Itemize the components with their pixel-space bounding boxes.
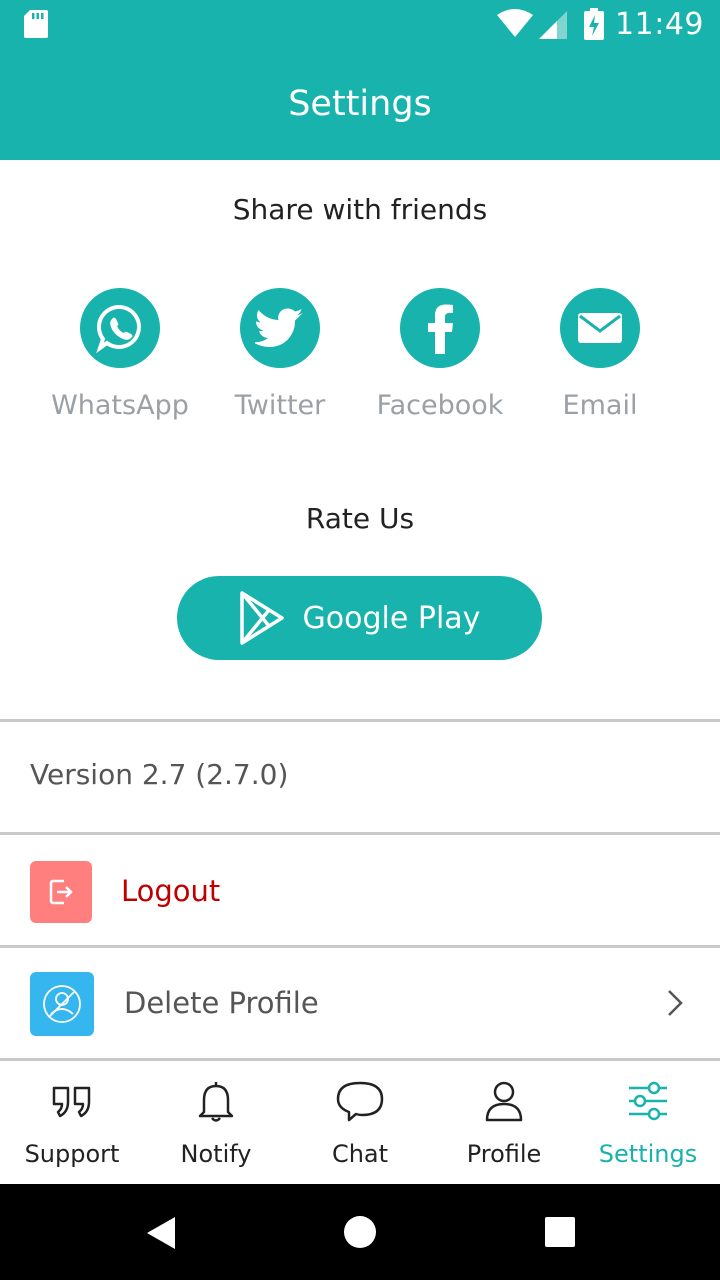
nav-settings-label: Settings (598, 1140, 698, 1168)
chat-bubble-icon (336, 1081, 384, 1122)
logout-row[interactable]: Logout (0, 836, 720, 946)
nav-support-label: Support (24, 1140, 120, 1168)
share-email-label: Email (562, 390, 638, 421)
divider (0, 1058, 720, 1061)
google-play-icon (239, 591, 284, 645)
system-navigation-bar (0, 1184, 720, 1280)
share-whatsapp-label: WhatsApp (51, 390, 189, 421)
google-play-label: Google Play (302, 600, 481, 636)
share-options: WhatsApp Twitter Facebook Email (0, 288, 720, 438)
sd-card-icon (24, 10, 48, 38)
version-text: Version 2.7 (2.7.0) (30, 758, 289, 791)
twitter-icon (240, 288, 320, 368)
logout-icon (30, 861, 92, 923)
nav-notify[interactable]: Notify (144, 1062, 288, 1184)
bell-icon (198, 1082, 234, 1122)
nav-profile-label: Profile (466, 1140, 542, 1168)
google-play-button[interactable]: Google Play (177, 576, 542, 660)
email-icon (560, 288, 640, 368)
nav-profile[interactable]: Profile (432, 1062, 576, 1184)
nav-chat-label: Chat (331, 1140, 389, 1168)
divider (0, 832, 720, 835)
status-bar: 11:49 (0, 0, 720, 48)
quote-icon (52, 1086, 91, 1118)
nav-chat[interactable]: Chat (288, 1062, 432, 1184)
whatsapp-icon (80, 288, 160, 368)
share-facebook-label: Facebook (376, 390, 504, 421)
home-icon[interactable] (343, 1215, 377, 1249)
share-section-title: Share with friends (232, 193, 488, 226)
delete-profile-label: Delete Profile (124, 986, 319, 1020)
nav-settings[interactable]: Settings (576, 1062, 720, 1184)
facebook-icon (400, 288, 480, 368)
share-twitter-button[interactable]: Twitter (200, 288, 360, 421)
clock: 11:49 (615, 6, 704, 42)
sliders-icon (629, 1081, 667, 1121)
chevron-right-icon (668, 990, 683, 1016)
nav-support[interactable]: Support (0, 1062, 144, 1184)
share-whatsapp-button[interactable]: WhatsApp (40, 288, 200, 421)
share-email-button[interactable]: Email (520, 288, 680, 421)
cell-signal-icon (539, 11, 568, 39)
person-icon (485, 1081, 523, 1122)
delete-profile-row[interactable]: Delete Profile (0, 948, 720, 1058)
wifi-icon (497, 9, 534, 37)
battery-charging-icon (584, 8, 605, 40)
share-twitter-label: Twitter (234, 390, 326, 421)
back-icon[interactable] (145, 1216, 177, 1250)
page-title: Settings (288, 84, 432, 124)
logout-label: Logout (121, 874, 221, 908)
app-bar: Settings (0, 48, 720, 160)
delete-profile-icon (30, 972, 94, 1036)
nav-notify-label: Notify (180, 1140, 252, 1168)
divider (0, 719, 720, 722)
recents-icon[interactable] (544, 1216, 576, 1248)
rate-us-title: Rate Us (305, 502, 415, 535)
bottom-navigation: Support Notify Chat Profile Settings (0, 1062, 720, 1184)
share-facebook-button[interactable]: Facebook (360, 288, 520, 421)
